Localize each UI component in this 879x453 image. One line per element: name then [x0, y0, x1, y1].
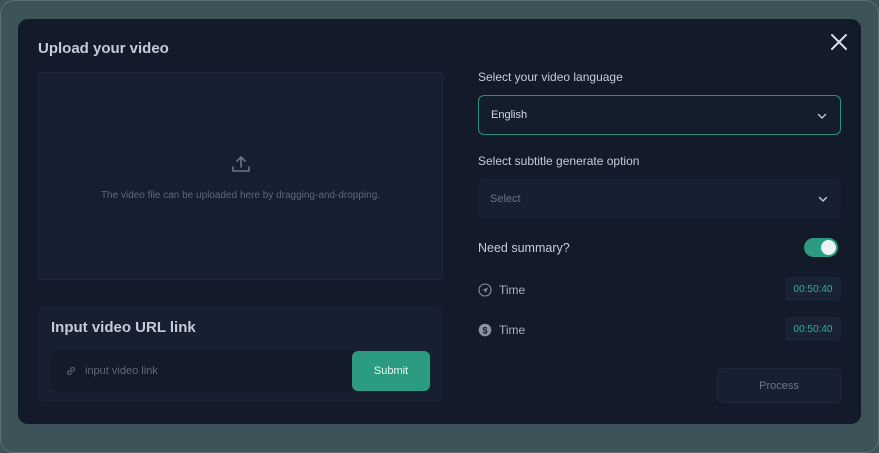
subtitle-placeholder: Select	[490, 193, 521, 205]
language-value: English	[491, 109, 528, 121]
time-value-badge: 00:50:40	[785, 317, 841, 341]
url-input[interactable]	[85, 351, 335, 391]
navigation-arrow-icon	[478, 283, 492, 297]
chevron-down-icon	[816, 110, 828, 122]
svg-text:$: $	[482, 325, 487, 335]
url-link-title: Input video URL link	[51, 319, 196, 336]
language-select[interactable]: English	[478, 95, 841, 135]
upload-icon	[230, 153, 252, 175]
submit-button[interactable]: Submit	[352, 351, 430, 391]
close-icon[interactable]	[828, 31, 850, 53]
subtitle-select[interactable]: Select	[478, 179, 841, 219]
time-value-badge: 00:50:40	[785, 277, 841, 301]
time-label: Time	[499, 283, 526, 297]
summary-label: Need summary?	[478, 241, 570, 255]
url-link-card: Input video URL link Submit	[38, 306, 443, 402]
language-label: Select your video language	[478, 70, 623, 84]
summary-toggle[interactable]	[804, 238, 838, 257]
dropzone-hint: The video file can be uploaded here by d…	[100, 190, 381, 201]
modal-title: Upload your video	[38, 40, 169, 57]
process-button[interactable]: Process	[717, 368, 841, 403]
time-label: Time	[499, 323, 526, 337]
chevron-down-icon	[817, 193, 829, 205]
video-dropzone[interactable]: The video file can be uploaded here by d…	[38, 72, 443, 280]
link-icon	[64, 364, 78, 378]
toggle-knob	[821, 240, 836, 255]
upload-modal: Upload your video The video file can be …	[18, 19, 861, 424]
url-input-group: Submit	[51, 351, 430, 391]
dollar-coin-icon: $	[478, 323, 492, 337]
subtitle-label: Select subtitle generate option	[478, 154, 640, 168]
